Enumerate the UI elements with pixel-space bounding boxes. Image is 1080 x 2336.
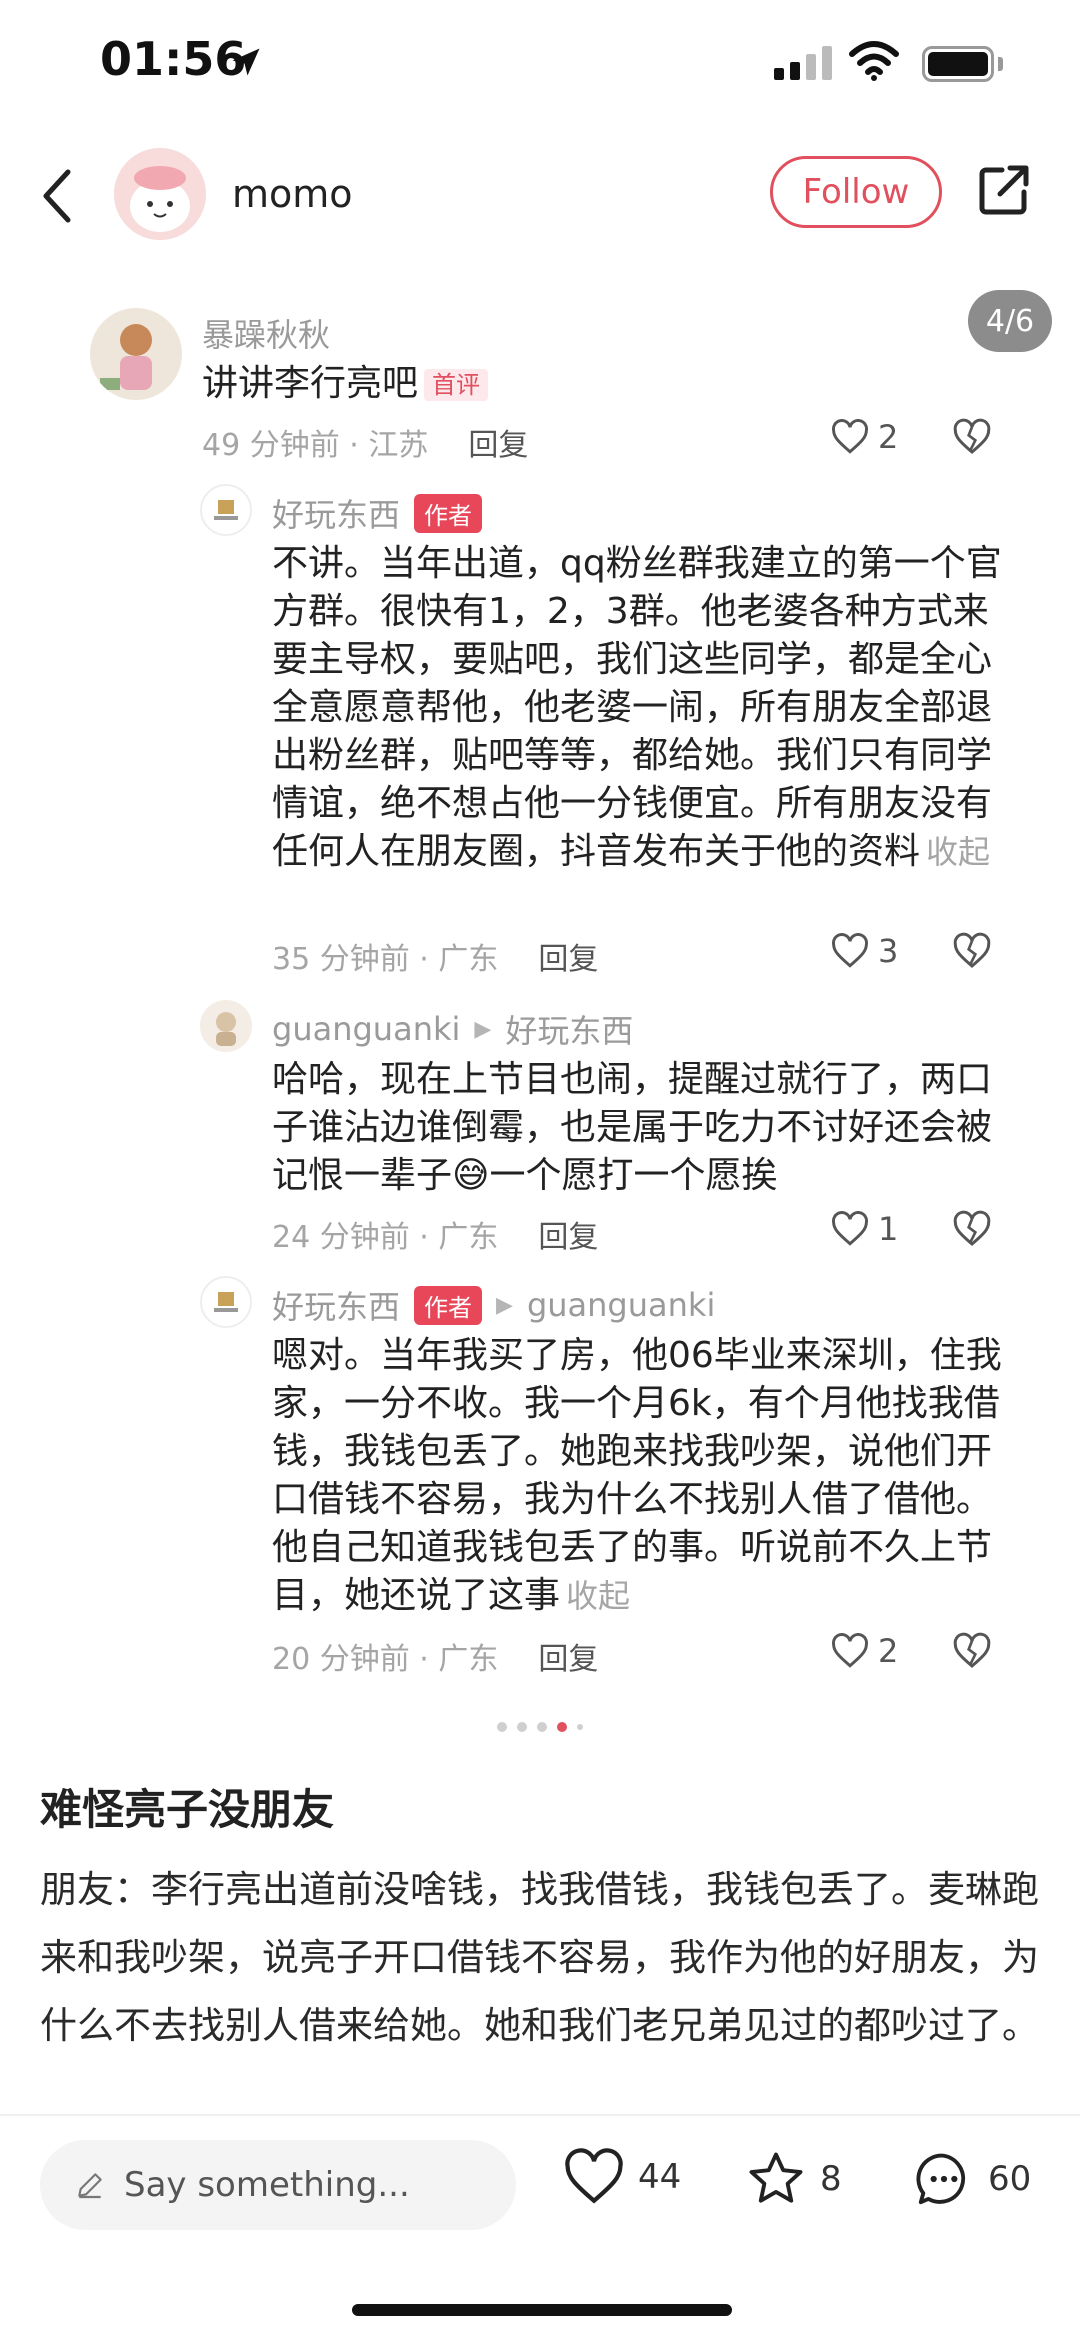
author-avatar-image xyxy=(114,148,206,240)
like-count: 3 xyxy=(878,932,899,970)
author-username[interactable]: momo xyxy=(232,172,353,216)
comment-meta: 24 分钟前 · 广东 回复 xyxy=(272,1212,598,1256)
comment-input[interactable] xyxy=(124,2165,464,2205)
sweat-smile-emoji: 😅 xyxy=(452,1155,490,1196)
post-title: 难怪亮子没朋友 xyxy=(40,1785,335,1834)
post-like-button[interactable]: 44 xyxy=(562,2148,681,2206)
comment-text: 嗯对。当年我买了房，他06毕业来深圳，住我家，一分不收。我一个月6k，有个月他找… xyxy=(272,1335,1002,1616)
comment-text: 哈哈，现在上节目也闹，提醒过就行了，两口子谁沾边谁倒霉，也是属于吃力不讨好还会被… xyxy=(272,1059,993,1196)
heart-icon xyxy=(832,419,868,454)
wifi-icon xyxy=(849,41,899,81)
back-chevron-icon[interactable] xyxy=(40,168,74,224)
reply-to-name[interactable]: guanguanki xyxy=(527,1286,715,1324)
image-counter-badge: 4/6 xyxy=(968,290,1052,352)
carousel-dot[interactable] xyxy=(577,1724,583,1730)
collapse-button[interactable]: 收起 xyxy=(566,1577,630,1615)
carousel-indicator[interactable] xyxy=(0,1722,1080,1732)
dislike-icon[interactable] xyxy=(952,1632,992,1670)
carousel-dot[interactable] xyxy=(517,1722,527,1732)
heart-icon xyxy=(832,1211,868,1246)
comment-meta: 35 分钟前 · 广东 回复 xyxy=(272,934,598,978)
location-arrow-icon xyxy=(232,48,260,76)
post-favorite-count: 8 xyxy=(820,2159,842,2199)
author-tag: 作者 xyxy=(414,493,483,533)
comment-like-button[interactable]: 1 xyxy=(830,1210,898,1248)
dislike-icon[interactable] xyxy=(952,1210,992,1248)
comment-time-location: 35 分钟前 · 广东 xyxy=(272,942,499,977)
comment-like-button[interactable]: 2 xyxy=(830,418,898,456)
post-header: momo Follow xyxy=(0,140,1080,250)
comment-like-button[interactable]: 2 xyxy=(830,1632,898,1670)
comment-time-location: 20 分钟前 · 广东 xyxy=(272,1642,499,1677)
status-time: 01:56 xyxy=(100,32,247,86)
post-favorite-button[interactable]: 8 xyxy=(744,2148,842,2210)
heart-icon xyxy=(832,1633,868,1668)
commenter-name[interactable]: 好玩东西 xyxy=(272,1282,400,1328)
author-reply-avatar[interactable] xyxy=(200,484,252,536)
pencil-icon xyxy=(78,2173,102,2199)
first-comment-badge: 首评 xyxy=(424,369,489,401)
post-comment-button[interactable]: 60 xyxy=(912,2148,1031,2210)
comment-time-location: 24 分钟前 · 广东 xyxy=(272,1220,499,1255)
comment-bubble-icon xyxy=(916,2153,966,2205)
commenter-avatar[interactable] xyxy=(90,308,182,400)
comment-time-location: 49 分钟前 · 江苏 xyxy=(202,428,429,463)
bottom-divider xyxy=(0,2114,1080,2116)
post-comment-count: 60 xyxy=(988,2159,1032,2199)
author-reply-avatar[interactable] xyxy=(200,1276,252,1328)
comment-input-box[interactable] xyxy=(40,2140,516,2230)
reply-button[interactable]: 回复 xyxy=(468,420,528,464)
follow-button[interactable]: Follow xyxy=(770,156,942,228)
carousel-dot[interactable] xyxy=(537,1722,547,1732)
comment-meta: 20 分钟前 · 广东 回复 xyxy=(272,1634,598,1678)
status-bar: 01:56 xyxy=(0,0,1080,130)
collapse-button[interactable]: 收起 xyxy=(926,833,990,871)
cellular-signal-icon xyxy=(774,46,832,80)
reply-to-arrow-icon: ▶ xyxy=(496,1292,513,1318)
reply-button[interactable]: 回复 xyxy=(538,1212,598,1256)
home-indicator[interactable] xyxy=(352,2304,732,2316)
reply-button[interactable]: 回复 xyxy=(538,934,598,978)
commenter-name[interactable]: 暴躁秋秋 xyxy=(202,310,330,356)
heart-icon xyxy=(565,2148,623,2204)
commenter-avatar[interactable] xyxy=(200,1000,252,1052)
heart-icon xyxy=(832,933,868,968)
like-count: 1 xyxy=(878,1210,899,1248)
reply-to-name[interactable]: 好玩东西 xyxy=(505,1006,633,1052)
dislike-icon[interactable] xyxy=(952,418,992,456)
share-icon[interactable] xyxy=(976,162,1032,218)
commenter-name[interactable]: 好玩东西 xyxy=(272,490,400,536)
like-count: 2 xyxy=(878,418,899,456)
comment-meta: 49 分钟前 · 江苏 回复 xyxy=(202,420,528,464)
star-icon xyxy=(749,2152,803,2203)
comment-text: 不讲。当年出道，qq粉丝群我建立的第一个官方群。很快有1，2，3群。他老婆各种方… xyxy=(272,543,1002,872)
carousel-dot[interactable] xyxy=(497,1722,507,1732)
reply-to-arrow-icon: ▶ xyxy=(474,1016,492,1042)
commenter-name[interactable]: guanguanki xyxy=(272,1010,460,1048)
reply-button[interactable]: 回复 xyxy=(538,1634,598,1678)
like-count: 2 xyxy=(878,1632,899,1670)
comment-text: 讲讲李行亮吧 首评 xyxy=(202,360,1002,409)
author-avatar[interactable] xyxy=(114,148,206,240)
post-body: 朋友：李行亮出道前没啥钱，找我借钱，我钱包丢了。麦琳跑来和我吵架，说亮子开口借钱… xyxy=(40,1868,1039,2047)
author-tag: 作者 xyxy=(414,1285,483,1325)
carousel-dot-active[interactable] xyxy=(557,1722,567,1732)
comment-like-button[interactable]: 3 xyxy=(830,932,898,970)
dislike-icon[interactable] xyxy=(952,932,992,970)
post-like-count: 44 xyxy=(638,2157,682,2197)
battery-icon xyxy=(922,46,994,82)
